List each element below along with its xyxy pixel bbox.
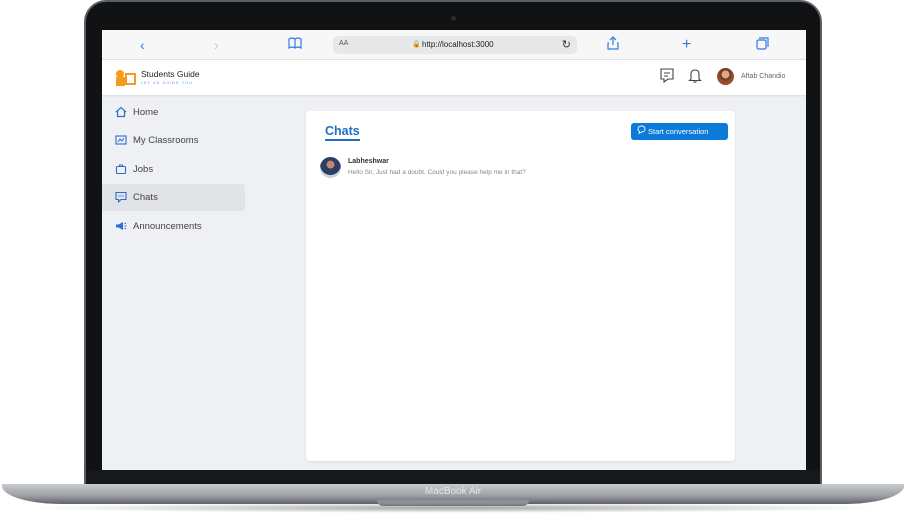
megaphone-icon [115, 220, 127, 232]
sidebar-item-jobs[interactable]: Jobs [102, 156, 245, 183]
laptop-shadow [20, 503, 886, 513]
screen: ‹ › AA 🔒 http://localhost:3000 ↻ + Stude… [102, 30, 806, 470]
camera [451, 16, 456, 21]
chat-bubble-icon [637, 125, 646, 136]
brand-tagline: LET US GUIDE YOU [141, 81, 193, 85]
bookmarks-icon[interactable] [288, 36, 302, 54]
address-bar[interactable]: AA 🔒 http://localhost:3000 ↻ [333, 36, 577, 54]
sidebar-item-label: Jobs [133, 164, 154, 175]
chat-last-message: Hello Sir, Just had a doubt. Could you p… [348, 169, 526, 176]
bell-icon[interactable] [688, 68, 702, 87]
share-icon[interactable] [607, 36, 619, 54]
reader-button[interactable]: AA [339, 40, 348, 47]
sidebar-item-chats[interactable]: Chats [102, 184, 245, 211]
brand-logo[interactable] [116, 70, 136, 86]
avatar [320, 157, 341, 178]
lock-icon: 🔒 [412, 41, 421, 48]
list-item[interactable]: Labheshwar Hello Sir, Just had a doubt. … [318, 155, 723, 181]
sidebar-item-label: Announcements [133, 221, 202, 232]
sidebar-item-announcements[interactable]: Announcements [102, 213, 245, 240]
sidebar-item-my-classrooms[interactable]: My Classrooms [102, 127, 245, 154]
home-icon [115, 106, 127, 118]
new-tab-icon[interactable]: + [682, 36, 691, 54]
forward-icon[interactable]: › [214, 36, 219, 54]
user-avatar[interactable] [717, 68, 734, 85]
sidebar: Home My Classrooms Jobs Chats Announceme… [102, 95, 252, 470]
chat-contact-name: Labheshwar [348, 158, 389, 165]
back-icon[interactable]: ‹ [140, 36, 145, 54]
start-conversation-label: Start conversation [648, 127, 709, 136]
sidebar-item-label: Home [133, 107, 159, 118]
user-name[interactable]: Aftab Chandio [741, 73, 785, 80]
tabs-icon[interactable] [756, 36, 769, 54]
browser-toolbar: ‹ › AA 🔒 http://localhost:3000 ↻ + [102, 30, 806, 60]
reload-icon[interactable]: ↻ [562, 38, 571, 51]
messages-icon[interactable] [660, 68, 674, 87]
model-label: MacBook Air [424, 486, 482, 497]
chats-card: Chats Start conversation Labheshwar Hell… [306, 111, 735, 461]
sidebar-item-label: My Classrooms [133, 135, 199, 146]
start-conversation-button[interactable]: Start conversation [631, 123, 728, 140]
briefcase-icon [115, 163, 127, 175]
sidebar-item-label: Chats [133, 192, 158, 203]
app-header: Students Guide LET US GUIDE YOU Aftab Ch… [102, 60, 806, 95]
classroom-icon [115, 134, 127, 146]
page-title: Chats [325, 124, 360, 141]
chat-icon [115, 191, 127, 204]
url-text[interactable]: http://localhost:3000 [422, 40, 494, 49]
sidebar-item-home[interactable]: Home [102, 99, 245, 126]
brand-name[interactable]: Students Guide [141, 69, 200, 79]
